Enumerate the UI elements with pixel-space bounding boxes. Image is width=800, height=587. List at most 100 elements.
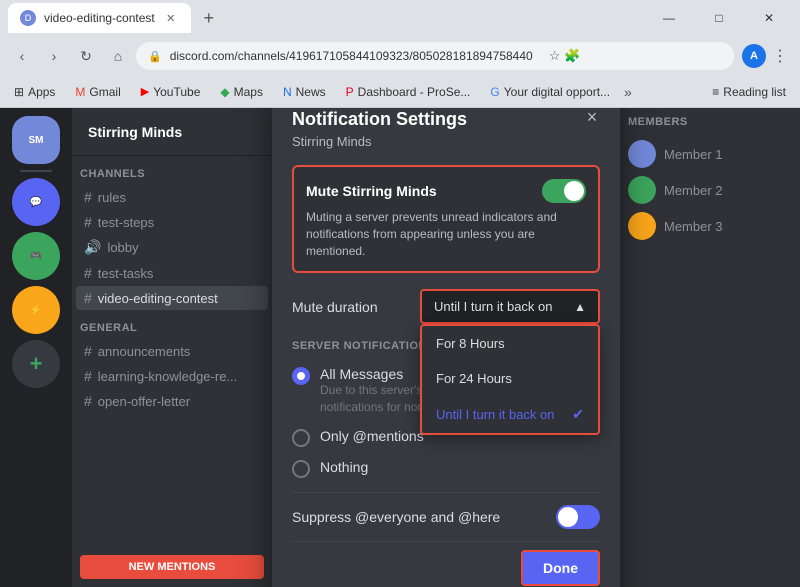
suppress-toggle[interactable] bbox=[556, 505, 600, 529]
channel-item-learning[interactable]: # learning-knowledge-re... bbox=[76, 364, 268, 388]
browser-tab[interactable]: D video-editing-contest ✕ bbox=[8, 3, 191, 33]
mute-description: Muting a server prevents unread indicato… bbox=[306, 209, 586, 259]
bookmark-youtube[interactable]: ▶ YouTube bbox=[135, 83, 207, 101]
bookmark-star-icon[interactable]: ☆ bbox=[549, 48, 561, 64]
address-bar: ‹ › ↻ ⌂ 🔒 discord.com/channels/419617105… bbox=[0, 36, 800, 76]
mute-duration-row: Mute duration Until I turn it back on ▲ … bbox=[292, 289, 600, 324]
bookmark-gmail[interactable]: M Gmail bbox=[69, 83, 126, 101]
mute-toggle[interactable] bbox=[542, 179, 586, 203]
forward-button[interactable]: › bbox=[40, 42, 68, 70]
hash-icon: # bbox=[84, 265, 92, 281]
extension-puzzle-icon[interactable]: 🧩 bbox=[564, 48, 580, 64]
modal-close-button[interactable]: × bbox=[580, 108, 604, 129]
bookmark-news[interactable]: N News bbox=[277, 83, 332, 101]
back-button[interactable]: ‹ bbox=[8, 42, 36, 70]
option-until-label: Until I turn it back on bbox=[436, 407, 555, 422]
channel-items: CHANNELS # rules # test-steps 🔊 lobby bbox=[72, 156, 272, 547]
channel-item-test-tasks[interactable]: # test-tasks bbox=[76, 261, 268, 285]
channel-item-lobby[interactable]: 🔊 lobby bbox=[76, 235, 268, 260]
bookmark-youtube-label: YouTube bbox=[153, 85, 200, 99]
channel-list: Stirring Minds CHANNELS # rules # test-s… bbox=[72, 108, 272, 587]
bookmark-dashboard-label: Dashboard - ProSe... bbox=[358, 85, 471, 99]
modal-title: Notification Settings bbox=[292, 109, 600, 130]
channel-item-test-steps[interactable]: # test-steps bbox=[76, 210, 268, 234]
home-button[interactable]: ⌂ bbox=[104, 42, 132, 70]
minimize-button[interactable]: — bbox=[646, 0, 692, 36]
mute-duration-dropdown-container: Until I turn it back on ▲ For 8 Hours bbox=[420, 289, 600, 324]
selected-checkmark-icon: ✔ bbox=[572, 406, 584, 423]
radio-nothing[interactable]: Nothing bbox=[292, 453, 600, 484]
reading-list-label: Reading list bbox=[723, 85, 786, 99]
member-item-1: Member 1 bbox=[620, 136, 800, 172]
bookmark-digital[interactable]: G Your digital opport... bbox=[484, 83, 616, 101]
new-mentions-button[interactable]: NEW MENTIONS bbox=[80, 555, 264, 579]
suppress-row: Suppress @everyone and @here bbox=[292, 492, 600, 541]
dropdown-option-24hours[interactable]: For 24 Hours bbox=[422, 361, 598, 396]
modal-overlay[interactable]: Notification Settings Stirring Minds × M… bbox=[272, 108, 620, 587]
bookmark-dashboard[interactable]: P Dashboard - ProSe... bbox=[340, 83, 477, 101]
channel-item-open-offer[interactable]: # open-offer-letter bbox=[76, 389, 268, 413]
dropdown-option-8hours[interactable]: For 8 Hours bbox=[422, 326, 598, 361]
bookmark-apps-label: Apps bbox=[28, 85, 55, 99]
browser-actions: A ⋮ bbox=[742, 44, 792, 68]
radio-nothing-content: Nothing bbox=[320, 459, 600, 475]
server-icon-2[interactable]: 💬 bbox=[12, 178, 60, 226]
close-button[interactable]: ✕ bbox=[746, 0, 792, 36]
apps-grid-icon: ⊞ bbox=[14, 85, 24, 99]
notification-settings-modal: Notification Settings Stirring Minds × M… bbox=[272, 108, 620, 587]
hash-icon: # bbox=[84, 290, 92, 306]
member-item-2: Member 2 bbox=[620, 172, 800, 208]
server-icon-3[interactable]: 🎮 bbox=[12, 232, 60, 280]
server-icon-stirring-minds[interactable]: SM bbox=[12, 116, 60, 164]
channel-item-rules[interactable]: # rules bbox=[76, 185, 268, 209]
modal-subtitle: Stirring Minds bbox=[292, 134, 600, 149]
hash-icon: # bbox=[84, 368, 92, 384]
reload-button[interactable]: ↻ bbox=[72, 42, 100, 70]
chevron-up-icon: ▲ bbox=[574, 300, 586, 314]
maximize-button[interactable]: □ bbox=[696, 0, 742, 36]
channel-category-general: CHANNELS bbox=[72, 164, 272, 184]
reading-list-icon: ≡ bbox=[712, 85, 719, 99]
radio-nothing-label: Nothing bbox=[320, 459, 600, 475]
add-server-button[interactable]: + bbox=[12, 340, 60, 388]
bookmarks-overflow-icon[interactable]: » bbox=[624, 84, 632, 100]
dropdown-option-until[interactable]: Until I turn it back on ✔ bbox=[422, 396, 598, 433]
tab-title: video-editing-contest bbox=[44, 11, 155, 25]
bookmark-news-label: News bbox=[296, 85, 326, 99]
member-avatar-2 bbox=[628, 176, 656, 204]
browser-frame: D video-editing-contest ✕ + — □ ✕ ‹ › ↻ … bbox=[0, 0, 800, 587]
channel-name-lobby: lobby bbox=[107, 240, 138, 255]
member-name-1: Member 1 bbox=[664, 147, 723, 162]
hash-icon: # bbox=[84, 189, 92, 205]
lock-icon: 🔒 bbox=[148, 50, 162, 63]
server-separator bbox=[20, 170, 52, 172]
dashboard-icon: P bbox=[346, 85, 354, 99]
channel-category-general2: GENERAL bbox=[72, 318, 272, 338]
mute-duration-label: Mute duration bbox=[292, 299, 378, 315]
mute-duration-dropdown[interactable]: Until I turn it back on ▲ bbox=[420, 289, 600, 324]
bookmark-maps[interactable]: ◆ Maps bbox=[214, 83, 269, 101]
new-tab-button[interactable]: + bbox=[195, 4, 223, 32]
mute-section: Mute Stirring Minds Muting a server prev… bbox=[292, 165, 600, 273]
channel-item-announcements[interactable]: # announcements bbox=[76, 339, 268, 363]
url-bar[interactable]: 🔒 discord.com/channels/41961710584410932… bbox=[136, 42, 734, 70]
window-controls: — □ ✕ bbox=[646, 0, 792, 36]
tab-close-button[interactable]: ✕ bbox=[163, 10, 179, 26]
server-icon-4[interactable]: ⚡ bbox=[12, 286, 60, 334]
members-header: Members bbox=[620, 108, 800, 136]
youtube-icon: ▶ bbox=[141, 85, 149, 98]
google-g-icon: G bbox=[490, 85, 499, 99]
channel-name-learning: learning-knowledge-re... bbox=[98, 369, 237, 384]
bookmark-apps[interactable]: ⊞ Apps bbox=[8, 83, 61, 101]
url-text: discord.com/channels/419617105844109323/… bbox=[170, 49, 533, 63]
menu-dots-icon[interactable]: ⋮ bbox=[768, 46, 792, 66]
profile-button[interactable]: A bbox=[742, 44, 766, 68]
member-item-3: Member 3 bbox=[620, 208, 800, 244]
done-button[interactable]: Done bbox=[521, 550, 600, 586]
reading-list-button[interactable]: ≡ Reading list bbox=[706, 83, 792, 101]
hash-icon: # bbox=[84, 343, 92, 359]
maps-icon: ◆ bbox=[220, 85, 229, 99]
channel-item-video-editing[interactable]: # video-editing-contest bbox=[76, 286, 268, 310]
chat-area: Chat messages here... Notification Setti… bbox=[272, 108, 620, 587]
member-name-2: Member 2 bbox=[664, 183, 723, 198]
